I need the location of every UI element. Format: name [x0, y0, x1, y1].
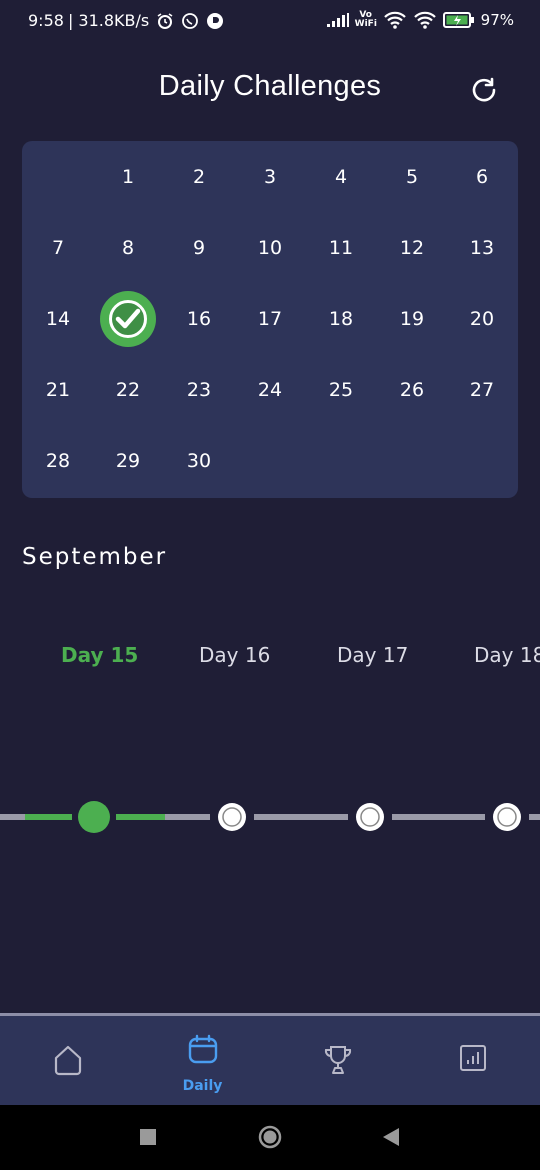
wifi-icon [383, 11, 406, 29]
calendar-day[interactable]: 27 [452, 375, 512, 405]
timeline-node[interactable] [218, 803, 246, 831]
nav-daily[interactable]: Daily [135, 1016, 270, 1105]
calendar-day[interactable]: 20 [452, 304, 512, 334]
calendar-day[interactable]: 8 [98, 233, 158, 263]
calendar-day[interactable]: 9 [169, 233, 229, 263]
calendar-day[interactable]: 12 [382, 233, 442, 263]
calendar-day[interactable]: 13 [452, 233, 512, 263]
calendar-day[interactable]: 18 [311, 304, 371, 334]
calendar-day[interactable]: 24 [240, 375, 300, 405]
timeline-node[interactable] [493, 803, 521, 831]
trophy-icon [324, 1046, 351, 1074]
stats-icon [459, 1045, 486, 1071]
timeline-node-active[interactable] [78, 801, 110, 833]
day-tab[interactable]: Day 16 [199, 643, 270, 667]
calendar-day[interactable]: 23 [169, 375, 229, 405]
bottom-navigation: Daily [0, 1013, 540, 1105]
progress-timeline [0, 801, 540, 833]
calendar-day[interactable]: 10 [240, 233, 300, 263]
calendar-day[interactable]: 11 [311, 233, 371, 263]
calendar-day[interactable]: 22 [98, 375, 158, 405]
nav-daily-label: Daily [182, 1078, 223, 1094]
calendar-day[interactable]: 30 [169, 446, 229, 476]
calendar-day[interactable]: 3 [240, 162, 300, 192]
system-navigation-bar [0, 1105, 540, 1170]
home-icon [54, 1045, 81, 1076]
calendar-day[interactable]: 17 [240, 304, 300, 334]
alarm-icon [157, 12, 173, 29]
calendar-day[interactable]: 2 [169, 162, 229, 192]
check-icon [115, 308, 141, 329]
calendar-day[interactable]: 29 [98, 446, 158, 476]
calendar-day[interactable]: 14 [28, 304, 88, 334]
day-tab[interactable]: Day 15 [61, 643, 138, 667]
app-icon [207, 12, 224, 29]
whatsapp-icon [182, 12, 199, 29]
timeline-node[interactable] [356, 803, 384, 831]
back-icon[interactable] [382, 1127, 400, 1147]
nav-stats[interactable] [405, 1016, 540, 1105]
day-tab[interactable]: Day 17 [337, 643, 408, 667]
recent-apps-icon[interactable] [140, 1129, 156, 1145]
calendar-day[interactable]: 4 [311, 162, 371, 192]
nav-trophy[interactable] [270, 1016, 405, 1105]
page-title: Daily Challenges [158, 70, 382, 102]
signal-icon [326, 13, 349, 27]
status-speed: | 31.8KB/s [67, 11, 150, 30]
calendar-day-completed[interactable] [100, 291, 156, 347]
refresh-icon[interactable] [470, 76, 500, 106]
calendar-day[interactable]: 19 [382, 304, 442, 334]
calendar-day[interactable]: 16 [169, 304, 229, 334]
calendar-day[interactable]: 28 [28, 446, 88, 476]
home-button-icon[interactable] [258, 1125, 282, 1149]
calendar-day[interactable]: 25 [311, 375, 371, 405]
calendar-day[interactable]: 1 [98, 162, 158, 192]
calendar-icon [188, 1034, 217, 1064]
calendar-day[interactable]: 7 [28, 233, 88, 263]
status-bar: 9:58 | 31.8KB/s Vo WiFi 97% [0, 0, 540, 44]
calendar-day[interactable]: 26 [382, 375, 442, 405]
calendar-day[interactable]: 6 [452, 162, 512, 192]
day-tab[interactable]: Day 18 [474, 643, 540, 667]
status-time: 9:58 [28, 11, 64, 30]
calendar-day[interactable]: 5 [382, 162, 442, 192]
month-label: September [22, 544, 168, 570]
calendar-grid: 1 2 3 4 5 6 7 8 9 10 11 12 13 14 16 17 18 19 20 21 22 23 24 25 2… [22, 141, 518, 498]
battery-percent: 97% [480, 11, 514, 29]
wifi-icon [413, 11, 436, 29]
nav-home[interactable] [0, 1016, 135, 1105]
calendar-day[interactable]: 21 [28, 375, 88, 405]
vowifi-label: Vo WiFi [354, 10, 377, 29]
battery-icon [442, 12, 474, 28]
